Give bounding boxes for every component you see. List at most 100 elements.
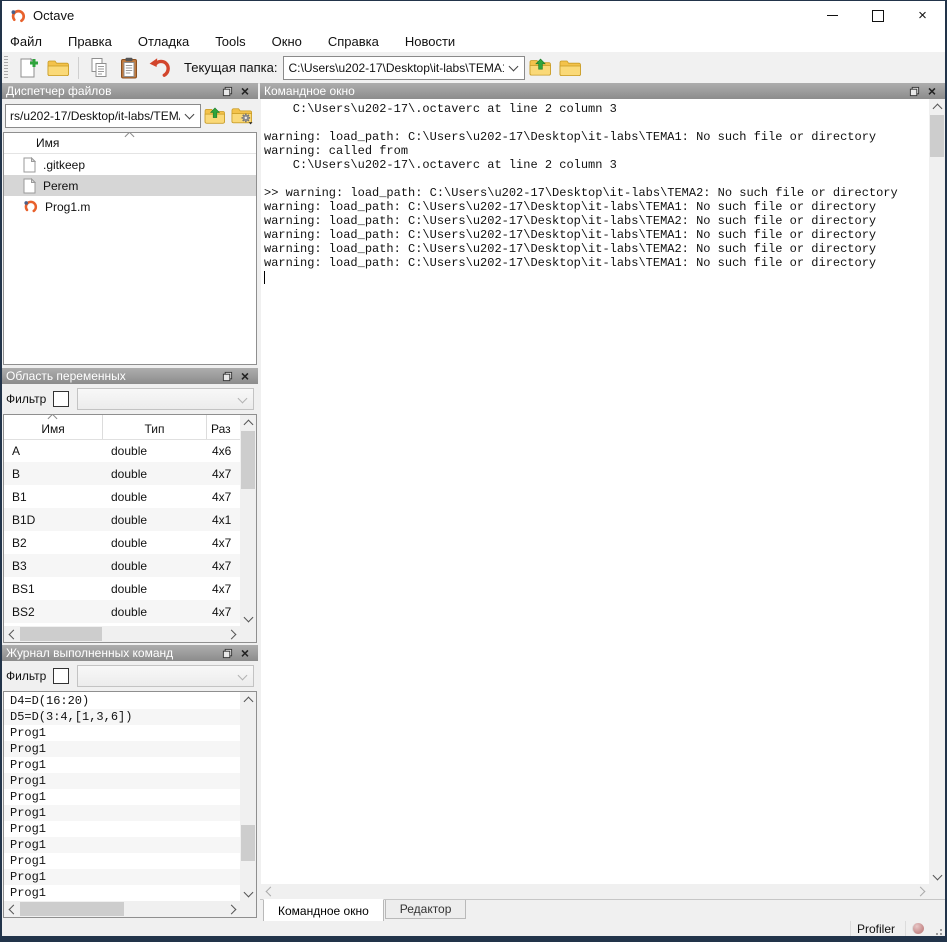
table-row[interactable]: B1D double 4x1 <box>4 508 240 531</box>
new-script-button[interactable] <box>14 54 42 82</box>
scroll-up-button[interactable] <box>240 415 256 430</box>
scroll-down-button[interactable] <box>929 869 945 884</box>
file-row[interactable]: Prog1.m <box>4 196 256 217</box>
table-row[interactable]: B1 double 4x7 <box>4 485 240 508</box>
workspace-vertical-scrollbar[interactable] <box>240 415 256 626</box>
terminal-horizontal-scrollbar[interactable] <box>261 884 929 899</box>
scroll-right-button[interactable] <box>225 626 240 642</box>
profiler-status[interactable] <box>905 921 930 936</box>
tab[interactable]: Командное окно <box>263 899 384 922</box>
filter-combobox[interactable] <box>77 665 254 687</box>
file-row[interactable]: .gitkeep <box>4 154 256 175</box>
resize-grip[interactable] <box>932 925 942 935</box>
table-row[interactable]: B2 double 4x7 <box>4 531 240 554</box>
history-item[interactable]: Prog1 <box>4 805 240 821</box>
scrollbar-thumb[interactable] <box>241 431 255 489</box>
scroll-up-button[interactable] <box>240 692 256 707</box>
history-item[interactable]: Prog1 <box>4 821 240 837</box>
undock-button[interactable] <box>218 646 236 660</box>
undock-button[interactable] <box>218 84 236 98</box>
browser-path-combobox[interactable]: rs/u202-17/Desktop/it-labs/ТЕМА1 <box>5 104 201 128</box>
terminal-vertical-scrollbar[interactable] <box>929 99 945 884</box>
file-browser-panel: Диспетчер файлов × rs/u202-17/Desktop/it… <box>2 83 258 366</box>
scrollbar-thumb[interactable] <box>20 627 102 641</box>
close-button[interactable]: × <box>900 1 945 30</box>
scroll-left-button[interactable] <box>4 901 19 917</box>
workspace-horizontal-scrollbar[interactable] <box>4 626 240 642</box>
workspace-header[interactable]: Область переменных × <box>2 368 258 384</box>
paste-button[interactable] <box>115 54 143 82</box>
scroll-down-button[interactable] <box>240 886 256 901</box>
variable-name: BS2 <box>4 605 103 619</box>
scroll-right-button[interactable] <box>914 884 929 899</box>
file-browser-header[interactable]: Диспетчер файлов × <box>2 83 258 99</box>
history-item[interactable]: Prog1 <box>4 869 240 885</box>
undock-button[interactable] <box>905 84 923 98</box>
close-panel-button[interactable]: × <box>923 84 941 98</box>
menu-item[interactable]: Отладка <box>125 31 202 52</box>
browser-up-button[interactable] <box>201 103 228 129</box>
table-row[interactable]: B double 4x7 <box>4 462 240 485</box>
filter-combobox[interactable] <box>77 388 254 410</box>
folder-up-button[interactable] <box>526 54 554 82</box>
undo-button[interactable] <box>145 54 173 82</box>
history-item[interactable]: Prog1 <box>4 837 240 853</box>
minimize-button[interactable] <box>810 1 855 30</box>
table-row[interactable]: A double 4x6 <box>4 439 240 462</box>
history-item[interactable]: Prog1 <box>4 741 240 757</box>
maximize-button[interactable] <box>855 1 900 30</box>
scroll-left-button[interactable] <box>261 884 276 899</box>
column-header-name[interactable]: Имя <box>4 415 103 439</box>
file-row[interactable]: Perem <box>4 175 256 196</box>
undock-button[interactable] <box>218 369 236 383</box>
tab[interactable]: Редактор <box>385 900 467 919</box>
scroll-right-button[interactable] <box>225 901 240 917</box>
filter-checkbox[interactable] <box>53 391 69 407</box>
menu-item[interactable]: Справка <box>315 31 392 52</box>
history-item[interactable]: D5=D(3:4,[1,3,6]) <box>4 709 240 725</box>
history-horizontal-scrollbar[interactable] <box>4 901 240 917</box>
copy-button[interactable] <box>85 54 113 82</box>
profiler-toggle[interactable]: Profiler <box>850 921 905 936</box>
current-folder-combobox[interactable]: C:\Users\u202-17\Desktop\it-labs\ТЕМА1 <box>283 56 525 80</box>
browser-actions-button[interactable] <box>228 103 255 129</box>
variable-name: B1D <box>4 513 103 527</box>
scroll-down-button[interactable] <box>240 611 256 626</box>
command-window-header[interactable]: Командное окно × <box>260 83 945 99</box>
file-list-column-header[interactable]: Имя <box>4 133 256 154</box>
open-file-button[interactable] <box>44 54 72 82</box>
column-header-type[interactable]: Тип <box>103 415 207 439</box>
scrollbar-thumb[interactable] <box>930 115 944 157</box>
menu-item[interactable]: Файл <box>2 31 55 52</box>
scroll-left-button[interactable] <box>4 626 19 642</box>
menu-item[interactable]: Новости <box>392 31 468 52</box>
history-item[interactable]: Prog1 <box>4 725 240 741</box>
history-vertical-scrollbar[interactable] <box>240 692 256 901</box>
terminal-output[interactable]: C:\Users\u202-17\.octaverc at line 2 col… <box>261 99 929 884</box>
table-row[interactable]: B3 double 4x7 <box>4 554 240 577</box>
profiler-status-icon <box>912 923 924 934</box>
scroll-up-button[interactable] <box>929 99 945 114</box>
history-item[interactable]: D4=D(16:20) <box>4 693 240 709</box>
scrollbar-thumb[interactable] <box>241 825 255 861</box>
browse-folder-button[interactable] <box>556 54 584 82</box>
filter-checkbox[interactable] <box>53 668 69 684</box>
scrollbar-thumb[interactable] <box>20 902 124 916</box>
terminal-line: warning: load_path: C:\Users\u202-17\Des… <box>264 256 929 270</box>
close-panel-button[interactable]: × <box>236 369 254 383</box>
history-item[interactable]: Prog1 <box>4 757 240 773</box>
menu-item[interactable]: Tools <box>202 31 258 52</box>
close-panel-button[interactable]: × <box>236 84 254 98</box>
filter-label: Фильтр <box>6 392 46 406</box>
table-row[interactable]: BS2 double 4x7 <box>4 600 240 623</box>
history-item[interactable]: Prog1 <box>4 853 240 869</box>
history-item[interactable]: Prog1 <box>4 789 240 805</box>
history-item[interactable]: Prog1 <box>4 773 240 789</box>
close-panel-button[interactable]: × <box>236 646 254 660</box>
menu-item[interactable]: Окно <box>259 31 315 52</box>
table-row[interactable]: BS1 double 4x7 <box>4 577 240 600</box>
history-item[interactable]: Prog1 <box>4 885 240 901</box>
history-header[interactable]: Журнал выполненных команд × <box>2 645 258 661</box>
menu-item[interactable]: Правка <box>55 31 125 52</box>
toolbar-drag-handle[interactable] <box>4 56 8 80</box>
